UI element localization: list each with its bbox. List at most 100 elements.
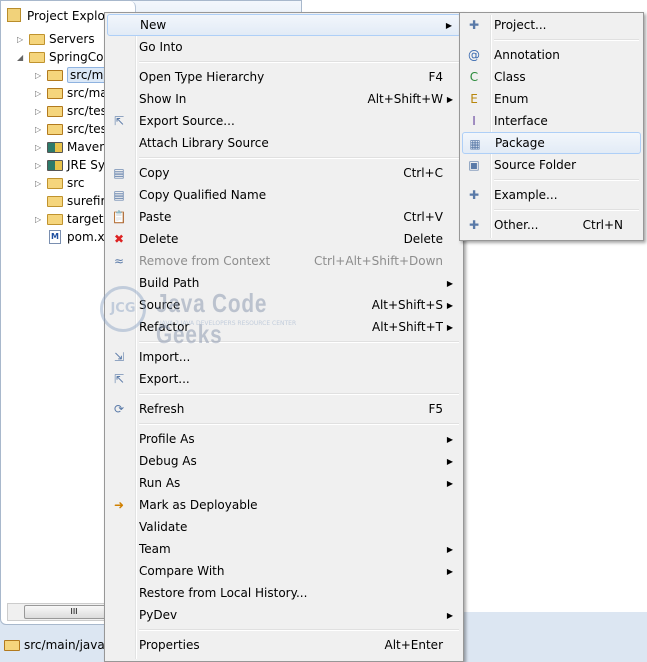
menu-item-label: Team	[139, 542, 171, 556]
menu-item-build-path[interactable]: Build Path ▶	[107, 272, 461, 294]
tree-item[interactable]: ▷ src	[35, 174, 85, 192]
menu-item-team[interactable]: Team ▶	[107, 538, 461, 560]
menu-item-validate[interactable]: Validate	[107, 516, 461, 538]
folder-icon	[47, 213, 63, 225]
menu-item-mark-as-deployable[interactable]: ➜ Mark as Deployable	[107, 494, 461, 516]
menu-item-class[interactable]: C Class	[462, 66, 641, 88]
menu-item-profile-as[interactable]: Profile As ▶	[107, 428, 461, 450]
menu-item-label: Show In	[139, 92, 187, 106]
context-menu: New ▶ Go Into Open Type Hierarchy F4 Show In A…	[104, 12, 464, 662]
tree-item-label: Servers	[49, 32, 95, 46]
menu-item-annotation[interactable]: @ Annotation	[462, 44, 641, 66]
tree-item[interactable]: ◢ SpringCor	[17, 48, 108, 66]
submenu-arrow-icon: ▶	[446, 300, 453, 310]
other-icon: ✚	[468, 218, 480, 232]
menu-separator	[107, 390, 461, 398]
menu-item-delete[interactable]: ✖ Delete Delete	[107, 228, 461, 250]
menu-item-compare-with[interactable]: Compare With ▶	[107, 560, 461, 582]
menu-item-export[interactable]: ⇱ Export...	[107, 368, 461, 390]
package-folder-icon	[4, 639, 20, 651]
menu-item-label: Build Path	[139, 276, 200, 290]
menu-item-label: Profile As	[139, 432, 195, 446]
class-icon: C	[469, 70, 479, 84]
new-submenu: ✚ Project... @ Annotation C Class E Enum I Interf…	[459, 12, 644, 241]
menu-separator	[107, 154, 461, 162]
menu-item-example[interactable]: ✚ Example...	[462, 184, 641, 206]
collapsed-twisty-icon[interactable]: ▷	[35, 125, 45, 134]
menu-item-other[interactable]: ✚ Other... Ctrl+N	[462, 214, 641, 236]
menu-item-debug-as[interactable]: Debug As ▶	[107, 450, 461, 472]
menu-item-attach-library-source[interactable]: Attach Library Source	[107, 132, 461, 154]
menu-item-interface[interactable]: I Interface	[462, 110, 641, 132]
menu-item-go-into[interactable]: Go Into	[107, 36, 461, 58]
menu-item-copy[interactable]: ▤ Copy Ctrl+C	[107, 162, 461, 184]
tree-item[interactable]: ▷ target	[35, 210, 104, 228]
menu-item-source[interactable]: Source Alt+Shift+S ▶	[107, 294, 461, 316]
menu-item-open-type-hierarchy[interactable]: Open Type Hierarchy F4	[107, 66, 461, 88]
menu-item-refresh[interactable]: ⟳ Refresh F5	[107, 398, 461, 420]
collapsed-twisty-icon[interactable]: ▷	[17, 35, 27, 44]
expanded-twisty-icon[interactable]: ◢	[17, 53, 27, 62]
menu-item-import[interactable]: ⇲ Import...	[107, 346, 461, 368]
menu-item-label: Source Folder	[494, 158, 577, 172]
submenu-arrow-icon: ▶	[446, 566, 453, 576]
menu-item-properties[interactable]: Properties Alt+Enter	[107, 634, 461, 656]
collapsed-twisty-icon[interactable]: ▷	[35, 71, 45, 80]
collapsed-twisty-icon[interactable]: ▷	[35, 179, 45, 188]
menu-item-label: Remove from Context	[139, 254, 271, 268]
tree-item[interactable]: ▷ src/ma	[35, 84, 108, 102]
tree-item[interactable]: ▷ src/tes	[35, 102, 107, 120]
shortcut-label: Ctrl+N	[582, 218, 623, 232]
menu-item-label: Class	[494, 70, 526, 84]
status-text: src/main/java -	[24, 638, 113, 652]
tree-item[interactable]: Mpom.x	[35, 228, 105, 246]
tree-item-label: pom.x	[67, 230, 105, 244]
menu-item-show-in[interactable]: Show In Alt+Shift+W ▶	[107, 88, 461, 110]
deployable-icon: ➜	[113, 498, 125, 512]
menu-item-pydev[interactable]: PyDev ▶	[107, 604, 461, 626]
package-icon: ▦	[469, 137, 481, 151]
menu-item-enum[interactable]: E Enum	[462, 88, 641, 110]
status-bar: src/main/java -	[0, 636, 113, 654]
menu-item-label: Package	[495, 136, 545, 150]
menu-item-source-folder[interactable]: ▣ Source Folder	[462, 154, 641, 176]
menu-item-export-source[interactable]: ⇱ Export Source...	[107, 110, 461, 132]
collapsed-twisty-icon[interactable]: ▷	[35, 143, 45, 152]
menu-item-package[interactable]: ▦ Package	[462, 132, 641, 154]
annotation-icon: @	[468, 48, 480, 62]
menu-item-label: Compare With	[139, 564, 225, 578]
tree-item[interactable]: ▷ Maven	[35, 138, 107, 156]
collapsed-twisty-icon[interactable]: ▷	[35, 89, 45, 98]
enum-icon: E	[470, 92, 478, 106]
tree-item[interactable]: ▷ src/ma	[35, 66, 114, 84]
menu-item-paste[interactable]: 📋 Paste Ctrl+V	[107, 206, 461, 228]
collapsed-twisty-icon[interactable]: ▷	[35, 215, 45, 224]
tree-item[interactable]: surefir	[35, 192, 105, 210]
menu-item-label: Annotation	[494, 48, 560, 62]
collapsed-twisty-icon[interactable]: ▷	[35, 107, 45, 116]
menu-item-copy-qualified-name[interactable]: ▤ Copy Qualified Name	[107, 184, 461, 206]
menu-item-label: Example...	[494, 188, 558, 202]
tree-item[interactable]: ▷ Servers	[17, 30, 95, 48]
collapsed-twisty-icon[interactable]: ▷	[35, 161, 45, 170]
menu-separator	[107, 338, 461, 346]
menu-item-label: Open Type Hierarchy	[139, 70, 265, 84]
tree-item[interactable]: ▷ JRE Sy	[35, 156, 105, 174]
package-folder-icon	[47, 123, 63, 135]
shortcut-label: F4	[428, 70, 443, 84]
menu-item-restore-from-local-history[interactable]: Restore from Local History...	[107, 582, 461, 604]
interface-icon: I	[472, 114, 476, 128]
example-icon: ✚	[468, 188, 480, 202]
menu-item-project[interactable]: ✚ Project...	[462, 14, 641, 36]
package-folder-icon	[47, 69, 63, 81]
copy-qualified-icon: ▤	[113, 188, 125, 202]
menu-item-run-as[interactable]: Run As ▶	[107, 472, 461, 494]
menu-item-new[interactable]: New ▶	[107, 14, 461, 36]
menu-item-refactor[interactable]: Refactor Alt+Shift+T ▶	[107, 316, 461, 338]
menu-item-label: Properties	[139, 638, 200, 652]
tree-item[interactable]: ▷ src/tes	[35, 120, 107, 138]
menu-item-remove-from-context[interactable]: ≈ Remove from Context Ctrl+Alt+Shift+Down	[107, 250, 461, 272]
menu-item-label: Source	[139, 298, 181, 312]
menu-item-label: Restore from Local History...	[139, 586, 308, 600]
menu-item-label: Run As	[139, 476, 181, 490]
